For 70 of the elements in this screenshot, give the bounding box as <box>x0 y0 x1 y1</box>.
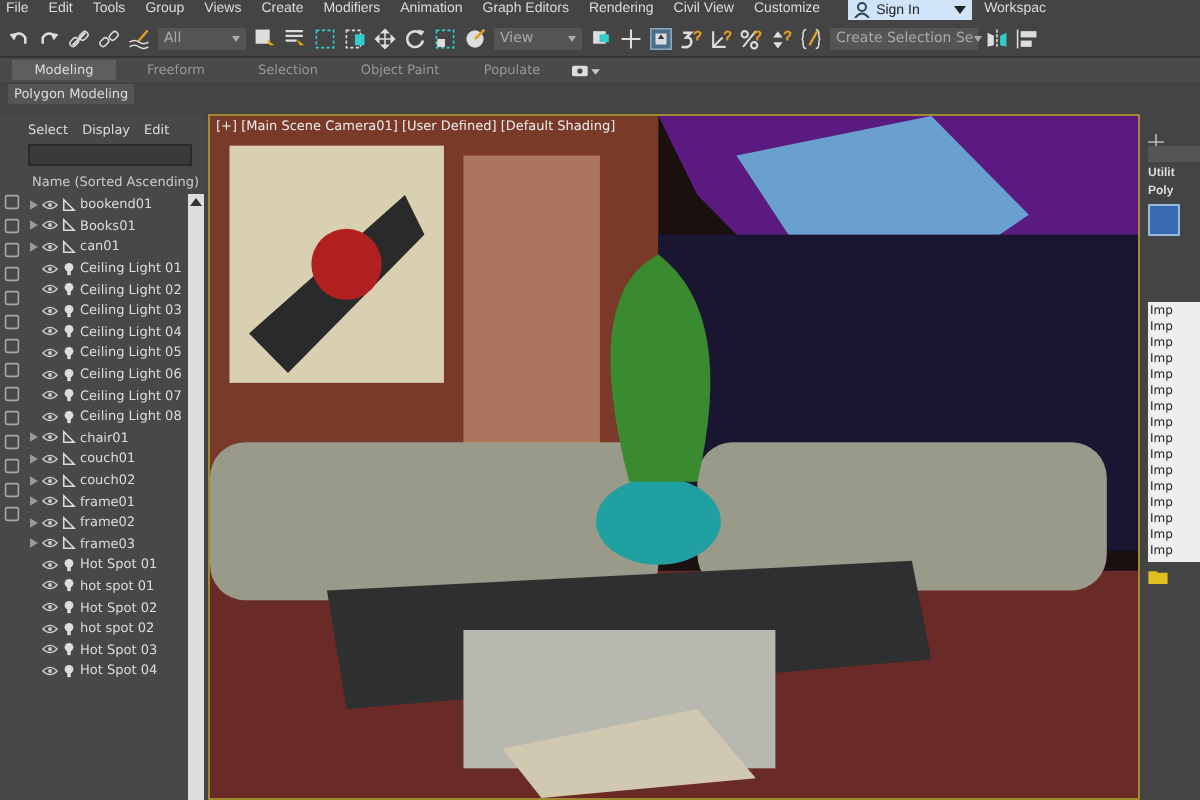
light-bulb-icon <box>62 578 76 593</box>
eye-icon[interactable] <box>42 644 58 655</box>
manipulate-icon[interactable] <box>650 27 672 49</box>
light-bulb-icon <box>62 388 76 403</box>
eye-icon[interactable] <box>42 517 58 528</box>
light-bulb-icon <box>62 409 76 424</box>
light-bulb-icon <box>62 642 76 657</box>
rotate-icon[interactable] <box>404 27 426 49</box>
eye-icon[interactable] <box>42 326 58 337</box>
create-icon[interactable] <box>1148 134 1164 150</box>
eye-icon[interactable] <box>42 580 58 591</box>
display-options-icon[interactable] <box>572 63 600 77</box>
eye-icon[interactable] <box>42 241 58 252</box>
user-icon <box>854 2 871 18</box>
wave-pencil-icon[interactable] <box>128 27 150 49</box>
snap-toggle-icon[interactable] <box>680 27 702 49</box>
eye-icon[interactable] <box>42 453 58 464</box>
eye-icon[interactable] <box>42 284 58 295</box>
scroll-bar[interactable] <box>188 194 204 800</box>
eye-icon[interactable] <box>42 220 58 231</box>
move-icon[interactable] <box>374 27 396 49</box>
mirror-icon[interactable] <box>986 27 1008 49</box>
eye-icon[interactable] <box>42 347 58 358</box>
unlink-icon[interactable] <box>98 27 120 49</box>
placement-icon[interactable] <box>464 27 486 49</box>
light-bulb-icon <box>62 621 76 636</box>
redo-icon[interactable] <box>38 27 60 49</box>
caret-icon <box>954 6 967 14</box>
eye-icon[interactable] <box>42 199 58 210</box>
scale-icon[interactable] <box>434 27 456 49</box>
folder-icon[interactable] <box>1148 568 1168 584</box>
eye-icon[interactable] <box>42 305 58 316</box>
braces-pencil-icon[interactable] <box>800 27 822 49</box>
plugin-logo-icon[interactable] <box>1148 204 1180 236</box>
crosshair-icon[interactable] <box>620 27 642 49</box>
eye-icon[interactable] <box>42 390 58 401</box>
link-icon[interactable] <box>68 27 90 49</box>
eye-icon[interactable] <box>42 665 58 676</box>
light-bulb-icon <box>62 367 76 382</box>
light-bulb-icon <box>62 345 76 360</box>
spinner-snap-icon[interactable] <box>770 27 792 49</box>
light-bulb-icon <box>62 600 76 615</box>
light-bulb-icon <box>62 303 76 318</box>
pivot-icon[interactable] <box>590 27 612 49</box>
eye-icon[interactable] <box>42 411 58 422</box>
eye-icon[interactable] <box>42 263 58 274</box>
light-bulb-icon <box>62 324 76 339</box>
eye-icon[interactable] <box>42 623 58 634</box>
search-field[interactable] <box>28 144 192 166</box>
eye-icon[interactable] <box>42 496 58 507</box>
eye-icon[interactable] <box>42 369 58 380</box>
eye-icon[interactable] <box>42 602 58 613</box>
scroll-up-icon[interactable] <box>190 198 202 206</box>
light-bulb-icon <box>62 261 76 276</box>
align-icon[interactable] <box>1016 27 1038 49</box>
eye-icon[interactable] <box>42 432 58 443</box>
eye-icon[interactable] <box>42 475 58 486</box>
eye-icon[interactable] <box>42 538 58 549</box>
eye-icon[interactable] <box>42 559 58 570</box>
angle-snap-icon[interactable] <box>710 27 732 49</box>
command-panel-field[interactable] <box>1148 146 1200 162</box>
window-crossing-icon[interactable] <box>344 27 366 49</box>
percent-snap-icon[interactable] <box>740 27 762 49</box>
undo-icon[interactable] <box>8 27 30 49</box>
region-select-icon[interactable] <box>314 27 336 49</box>
light-bulb-icon <box>62 557 76 572</box>
light-bulb-icon <box>62 282 76 297</box>
select-object-icon[interactable] <box>254 27 276 49</box>
select-by-name-icon[interactable] <box>284 27 306 49</box>
light-bulb-icon <box>62 663 76 678</box>
